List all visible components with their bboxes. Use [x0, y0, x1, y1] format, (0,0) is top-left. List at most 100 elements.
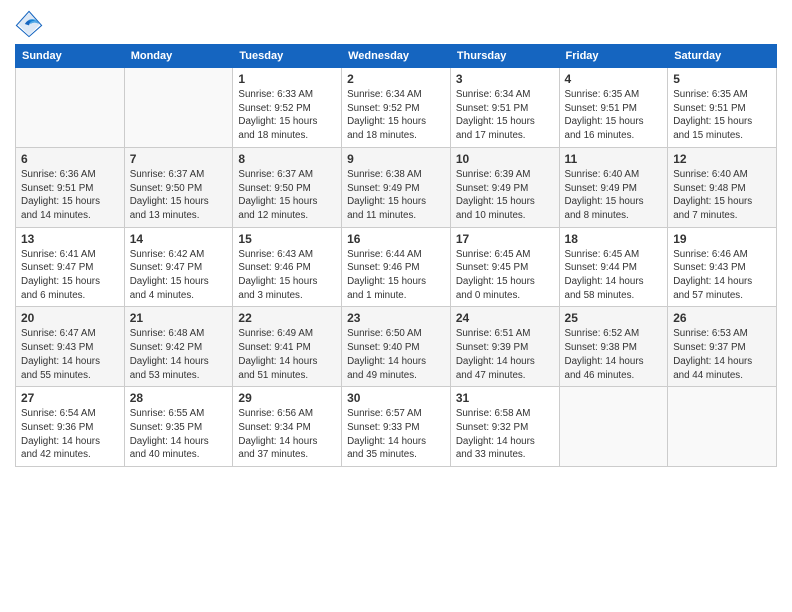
day-number: 16: [347, 232, 445, 246]
day-info: Sunrise: 6:50 AM Sunset: 9:40 PM Dayligh…: [347, 327, 445, 382]
day-number: 4: [565, 72, 663, 86]
day-info: Sunrise: 6:55 AM Sunset: 9:35 PM Dayligh…: [130, 407, 228, 462]
week-row-4: 20Sunrise: 6:47 AM Sunset: 9:43 PM Dayli…: [16, 307, 777, 387]
day-number: 25: [565, 311, 663, 325]
column-header-wednesday: Wednesday: [342, 45, 451, 68]
day-number: 15: [238, 232, 336, 246]
day-number: 10: [456, 152, 554, 166]
day-number: 1: [238, 72, 336, 86]
calendar-cell: 8 Sunrise: 6:37 AM Sunset: 9:50 PM Daylig…: [233, 147, 342, 227]
day-info: Sunrise: 6:35 AM Sunset: 9:51 PM Dayligh…: [673, 88, 771, 143]
day-number: 18: [565, 232, 663, 246]
day-number: 31: [456, 391, 554, 405]
day-info: Sunrise: 6:42 AM Sunset: 9:47 PM Dayligh…: [130, 248, 228, 303]
calendar-cell: 12Sunrise: 6:40 AM Sunset: 9:48 PM Dayli…: [668, 147, 777, 227]
calendar-cell: 5 Sunrise: 6:35 AM Sunset: 9:51 PM Daylig…: [668, 68, 777, 148]
column-header-tuesday: Tuesday: [233, 45, 342, 68]
day-info: Sunrise: 6:52 AM Sunset: 9:38 PM Dayligh…: [565, 327, 663, 382]
calendar-cell: 25 Sunrise: 6:52 AM Sunset: 9:38 PM Dayli…: [559, 307, 668, 387]
calendar-cell: 21 Sunrise: 6:48 AM Sunset: 9:42 PM Dayli…: [124, 307, 233, 387]
calendar-cell: [16, 68, 125, 148]
day-info: Sunrise: 6:37 AM Sunset: 9:50 PM Dayligh…: [238, 168, 336, 223]
calendar-cell: 28 Sunrise: 6:55 AM Sunset: 9:35 PM Dayli…: [124, 387, 233, 467]
calendar-cell: 20Sunrise: 6:47 AM Sunset: 9:43 PM Dayli…: [16, 307, 125, 387]
day-number: 19: [673, 232, 771, 246]
day-number: 5: [673, 72, 771, 86]
calendar-cell: 31Sunrise: 6:58 AM Sunset: 9:32 PM Dayli…: [450, 387, 559, 467]
calendar-cell: 16 Sunrise: 6:44 AM Sunset: 9:46 PM Dayli…: [342, 227, 451, 307]
week-row-1: 1 Sunrise: 6:33 AM Sunset: 9:52 PM Daylig…: [16, 68, 777, 148]
header-row: SundayMondayTuesdayWednesdayThursdayFrid…: [16, 45, 777, 68]
day-number: 3: [456, 72, 554, 86]
calendar-cell: [559, 387, 668, 467]
day-number: 14: [130, 232, 228, 246]
column-header-monday: Monday: [124, 45, 233, 68]
calendar-cell: 13 Sunrise: 6:41 AM Sunset: 9:47 PM Dayli…: [16, 227, 125, 307]
day-number: 22: [238, 311, 336, 325]
calendar-cell: 17 Sunrise: 6:45 AM Sunset: 9:45 PM Dayli…: [450, 227, 559, 307]
day-info: Sunrise: 6:53 AM Sunset: 9:37 PM Dayligh…: [673, 327, 771, 382]
day-info: Sunrise: 6:40 AM Sunset: 9:48 PM Dayligh…: [673, 168, 771, 223]
day-info: Sunrise: 6:45 AM Sunset: 9:45 PM Dayligh…: [456, 248, 554, 303]
day-info: Sunrise: 6:48 AM Sunset: 9:42 PM Dayligh…: [130, 327, 228, 382]
week-row-2: 6 Sunrise: 6:36 AM Sunset: 9:51 PM Daylig…: [16, 147, 777, 227]
column-header-saturday: Saturday: [668, 45, 777, 68]
day-info: Sunrise: 6:54 AM Sunset: 9:36 PM Dayligh…: [21, 407, 119, 462]
calendar-cell: 3Sunrise: 6:34 AM Sunset: 9:51 PM Daylig…: [450, 68, 559, 148]
calendar-cell: 22Sunrise: 6:49 AM Sunset: 9:41 PM Dayli…: [233, 307, 342, 387]
day-info: Sunrise: 6:46 AM Sunset: 9:43 PM Dayligh…: [673, 248, 771, 303]
day-info: Sunrise: 6:33 AM Sunset: 9:52 PM Dayligh…: [238, 88, 336, 143]
calendar-cell: 14 Sunrise: 6:42 AM Sunset: 9:47 PM Dayli…: [124, 227, 233, 307]
day-info: Sunrise: 6:44 AM Sunset: 9:46 PM Dayligh…: [347, 248, 445, 303]
calendar-table: SundayMondayTuesdayWednesdayThursdayFrid…: [15, 44, 777, 467]
column-header-friday: Friday: [559, 45, 668, 68]
day-number: 26: [673, 311, 771, 325]
calendar-cell: 9 Sunrise: 6:38 AM Sunset: 9:49 PM Daylig…: [342, 147, 451, 227]
logo-icon: [15, 10, 43, 38]
column-header-sunday: Sunday: [16, 45, 125, 68]
calendar-cell: 27 Sunrise: 6:54 AM Sunset: 9:36 PM Dayli…: [16, 387, 125, 467]
day-number: 6: [21, 152, 119, 166]
calendar-cell: 15Sunrise: 6:43 AM Sunset: 9:46 PM Dayli…: [233, 227, 342, 307]
day-number: 21: [130, 311, 228, 325]
day-number: 9: [347, 152, 445, 166]
calendar-cell: 1 Sunrise: 6:33 AM Sunset: 9:52 PM Daylig…: [233, 68, 342, 148]
calendar-cell: 18Sunrise: 6:45 AM Sunset: 9:44 PM Dayli…: [559, 227, 668, 307]
calendar-body: 1 Sunrise: 6:33 AM Sunset: 9:52 PM Daylig…: [16, 68, 777, 467]
day-number: 29: [238, 391, 336, 405]
day-number: 2: [347, 72, 445, 86]
calendar-cell: 24Sunrise: 6:51 AM Sunset: 9:39 PM Dayli…: [450, 307, 559, 387]
day-info: Sunrise: 6:41 AM Sunset: 9:47 PM Dayligh…: [21, 248, 119, 303]
calendar-cell: 23 Sunrise: 6:50 AM Sunset: 9:40 PM Dayli…: [342, 307, 451, 387]
day-number: 23: [347, 311, 445, 325]
day-info: Sunrise: 6:35 AM Sunset: 9:51 PM Dayligh…: [565, 88, 663, 143]
calendar-cell: 26 Sunrise: 6:53 AM Sunset: 9:37 PM Dayli…: [668, 307, 777, 387]
day-info: Sunrise: 6:56 AM Sunset: 9:34 PM Dayligh…: [238, 407, 336, 462]
week-row-5: 27 Sunrise: 6:54 AM Sunset: 9:36 PM Dayli…: [16, 387, 777, 467]
calendar-cell: 10 Sunrise: 6:39 AM Sunset: 9:49 PM Dayli…: [450, 147, 559, 227]
day-info: Sunrise: 6:57 AM Sunset: 9:33 PM Dayligh…: [347, 407, 445, 462]
day-number: 11: [565, 152, 663, 166]
day-number: 7: [130, 152, 228, 166]
calendar-cell: 29 Sunrise: 6:56 AM Sunset: 9:34 PM Dayli…: [233, 387, 342, 467]
day-number: 8: [238, 152, 336, 166]
day-info: Sunrise: 6:36 AM Sunset: 9:51 PM Dayligh…: [21, 168, 119, 223]
logo: [15, 10, 47, 38]
week-row-3: 13 Sunrise: 6:41 AM Sunset: 9:47 PM Dayli…: [16, 227, 777, 307]
day-info: Sunrise: 6:37 AM Sunset: 9:50 PM Dayligh…: [130, 168, 228, 223]
day-number: 27: [21, 391, 119, 405]
day-number: 28: [130, 391, 228, 405]
day-number: 17: [456, 232, 554, 246]
day-info: Sunrise: 6:38 AM Sunset: 9:49 PM Dayligh…: [347, 168, 445, 223]
calendar-cell: [668, 387, 777, 467]
day-info: Sunrise: 6:39 AM Sunset: 9:49 PM Dayligh…: [456, 168, 554, 223]
column-header-thursday: Thursday: [450, 45, 559, 68]
calendar-cell: 30 Sunrise: 6:57 AM Sunset: 9:33 PM Dayli…: [342, 387, 451, 467]
calendar-header: SundayMondayTuesdayWednesdayThursdayFrid…: [16, 45, 777, 68]
day-number: 13: [21, 232, 119, 246]
calendar-cell: 19 Sunrise: 6:46 AM Sunset: 9:43 PM Dayli…: [668, 227, 777, 307]
calendar-cell: [124, 68, 233, 148]
day-number: 24: [456, 311, 554, 325]
calendar-cell: 6 Sunrise: 6:36 AM Sunset: 9:51 PM Daylig…: [16, 147, 125, 227]
day-number: 30: [347, 391, 445, 405]
